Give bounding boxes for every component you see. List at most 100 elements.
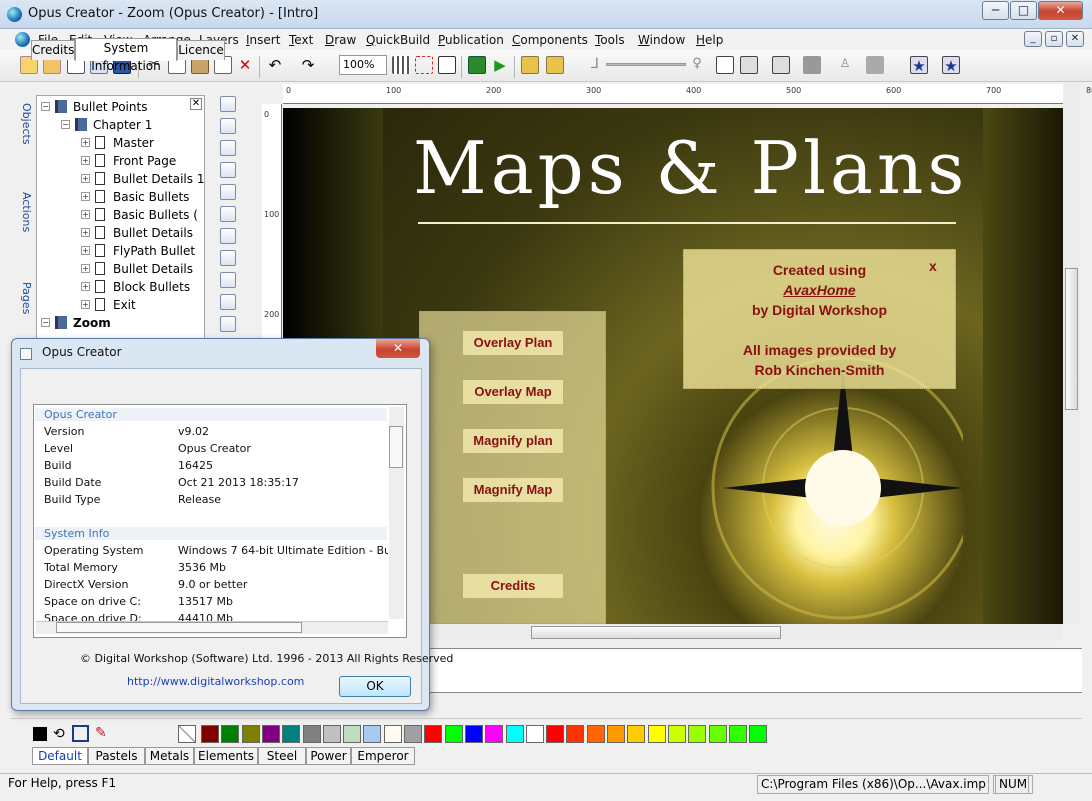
tree-item[interactable]: + Master bbox=[36, 134, 205, 152]
tab-licence[interactable]: Licence bbox=[177, 40, 225, 60]
palette-tab[interactable]: Default bbox=[32, 747, 88, 765]
website-link[interactable]: http://www.digitalworkshop.com bbox=[127, 675, 304, 688]
palette-tab[interactable]: Pastels bbox=[88, 747, 145, 765]
zoom-tool-icon[interactable] bbox=[220, 162, 236, 178]
undo-icon[interactable]: ↶ bbox=[266, 56, 284, 74]
glass-icon[interactable]: ♀ bbox=[688, 56, 706, 74]
group-tool-icon[interactable] bbox=[220, 206, 236, 222]
menu-help[interactable]: Help bbox=[696, 33, 723, 47]
shape-tool-icon[interactable] bbox=[220, 118, 236, 134]
eyedropper-icon[interactable]: ✎ bbox=[95, 725, 107, 741]
expand-icon[interactable]: + bbox=[81, 246, 90, 255]
system-info-list[interactable]: Opus Creator Version v9.02 Level Opus Creato… bbox=[33, 404, 407, 638]
info-hscroll-thumb[interactable] bbox=[56, 622, 302, 633]
colour-swatch[interactable] bbox=[241, 725, 260, 743]
menu-window[interactable]: Window bbox=[638, 33, 685, 47]
menu-components[interactable]: Components bbox=[512, 33, 588, 47]
dialog-close-button[interactable]: ✕ bbox=[376, 339, 420, 358]
layout-icon[interactable] bbox=[866, 56, 884, 74]
frame-tool-icon[interactable] bbox=[220, 184, 236, 200]
mdi-minimize-button[interactable]: _ bbox=[1024, 31, 1042, 47]
colour-swatch[interactable] bbox=[728, 725, 747, 743]
tab-system-information[interactable]: System Information bbox=[75, 38, 177, 73]
link-icon[interactable] bbox=[716, 56, 734, 74]
colour-swatch[interactable] bbox=[221, 725, 240, 743]
palette-tab[interactable]: Steel bbox=[258, 747, 306, 765]
pen-tool-icon[interactable] bbox=[220, 228, 236, 244]
tree-item[interactable]: + Front Page bbox=[36, 152, 205, 170]
colour-swatch[interactable] bbox=[708, 725, 727, 743]
palette-tab[interactable]: Emperor bbox=[351, 747, 415, 765]
input-tool-icon[interactable] bbox=[220, 294, 236, 310]
menu-insert[interactable]: Insert bbox=[246, 33, 280, 47]
publish-icon[interactable] bbox=[521, 56, 539, 74]
crop-tool-icon[interactable] bbox=[220, 140, 236, 156]
star-icon[interactable]: ★ bbox=[910, 56, 928, 75]
colour-swatch[interactable] bbox=[505, 725, 524, 743]
expand-icon[interactable]: + bbox=[81, 228, 90, 237]
tree-item[interactable]: − Bullet Points bbox=[36, 98, 205, 116]
ok-button[interactable]: OK bbox=[339, 676, 411, 697]
tab-credits[interactable]: Credits bbox=[31, 40, 75, 60]
expand-icon[interactable]: + bbox=[81, 210, 90, 219]
expand-icon[interactable]: + bbox=[81, 300, 90, 309]
delete-icon[interactable]: ✕ bbox=[236, 56, 254, 74]
tree-item[interactable]: − Zoom bbox=[36, 314, 205, 332]
maximize-button[interactable]: □ bbox=[1010, 1, 1037, 20]
play-icon[interactable]: ▶ bbox=[491, 56, 509, 74]
expand-icon[interactable]: + bbox=[81, 156, 90, 165]
colour-swatch[interactable] bbox=[607, 725, 625, 743]
expand-icon[interactable]: + bbox=[81, 192, 90, 201]
tab-objects[interactable]: Objects bbox=[13, 103, 33, 173]
credits-button[interactable]: Credits bbox=[463, 574, 563, 598]
palette-tab[interactable]: Elements bbox=[194, 747, 258, 765]
person-icon[interactable]: ♙ bbox=[836, 56, 854, 74]
publish-wizard-icon[interactable] bbox=[546, 56, 564, 74]
preview-page-icon[interactable] bbox=[468, 56, 486, 74]
format-icon[interactable] bbox=[772, 56, 790, 74]
vertical-scroll-thumb[interactable] bbox=[1065, 268, 1078, 410]
document-icon[interactable] bbox=[15, 32, 30, 47]
info-vscroll-thumb[interactable] bbox=[389, 426, 403, 468]
menu-tools[interactable]: Tools bbox=[595, 33, 625, 47]
tree-item[interactable]: + Bullet Details 1 bbox=[36, 170, 205, 188]
colour-swatch[interactable] bbox=[525, 725, 544, 743]
tree-item[interactable]: + Basic Bullets bbox=[36, 188, 205, 206]
expand-icon[interactable]: − bbox=[61, 120, 70, 129]
tree-item[interactable]: + Bullet Details bbox=[36, 224, 205, 242]
tree-item[interactable]: + Bullet Details bbox=[36, 260, 205, 278]
opacity-slider[interactable] bbox=[606, 63, 686, 66]
overlay-plan-button[interactable]: Overlay Plan bbox=[463, 331, 563, 355]
mdi-restore-button[interactable]: ▫ bbox=[1045, 31, 1063, 47]
tree-item[interactable]: + Basic Bullets ( bbox=[36, 206, 205, 224]
line-colour-icon[interactable] bbox=[72, 725, 89, 742]
menu-quickbuild[interactable]: QuickBuild bbox=[366, 33, 430, 47]
colour-swatch[interactable] bbox=[647, 725, 666, 743]
style-icon[interactable] bbox=[803, 56, 821, 74]
close-button[interactable]: ✕ bbox=[1038, 1, 1083, 20]
colour-swatch[interactable] bbox=[383, 725, 402, 743]
tree-item[interactable]: − Chapter 1 bbox=[36, 116, 205, 134]
colour-swatch[interactable] bbox=[424, 725, 443, 743]
colour-swatch[interactable] bbox=[302, 725, 321, 743]
star-action-icon[interactable]: ★ bbox=[942, 56, 960, 75]
credit-close-button[interactable]: x bbox=[929, 258, 937, 274]
colour-swatch[interactable] bbox=[322, 725, 341, 743]
text-tool-icon[interactable] bbox=[220, 250, 236, 266]
colour-swatch[interactable] bbox=[667, 725, 686, 743]
colour-swatch[interactable] bbox=[261, 725, 280, 743]
page-icon[interactable] bbox=[438, 56, 456, 74]
colour-swatch[interactable] bbox=[444, 725, 463, 743]
tab-actions[interactable]: Actions bbox=[13, 192, 33, 262]
button-tool-icon[interactable] bbox=[220, 316, 236, 332]
guides-icon[interactable] bbox=[415, 56, 433, 74]
menu-draw[interactable]: Draw bbox=[325, 33, 356, 47]
colour-swatch[interactable] bbox=[546, 725, 565, 743]
colour-swatch[interactable] bbox=[201, 725, 219, 743]
expand-icon[interactable]: + bbox=[81, 174, 90, 183]
colour-swatch[interactable] bbox=[688, 725, 707, 743]
opacity-icon[interactable]: ⅃ bbox=[586, 56, 604, 74]
colour-swatch[interactable] bbox=[282, 725, 301, 743]
palette-tab[interactable]: Metals bbox=[145, 747, 194, 765]
expand-icon[interactable]: + bbox=[81, 138, 90, 147]
